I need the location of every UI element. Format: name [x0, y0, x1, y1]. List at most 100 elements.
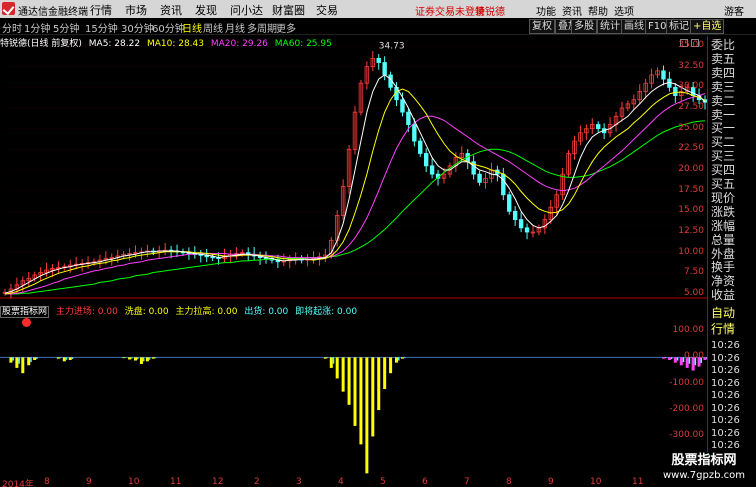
candle-body [376, 57, 381, 63]
indicator-bar [68, 357, 72, 360]
candle-body [501, 173, 506, 196]
indicator-bar-alt [142, 357, 145, 362]
menu-news[interactable]: 资讯 [160, 2, 182, 18]
price-tick-label: 12.50 [678, 226, 704, 236]
price-tick-label: 20.00 [678, 164, 704, 174]
menu-function[interactable]: 功能 [536, 3, 556, 18]
add-watchlist-button[interactable]: +自选 [690, 19, 725, 34]
indicator-bar [329, 357, 333, 368]
indicator-bar [62, 357, 66, 362]
menu-ask[interactable]: 问小达 [230, 2, 263, 18]
side-field-label: 买一 [711, 121, 736, 136]
indicator-bar-alt [403, 357, 406, 359]
price-tick-label: 15.00 [678, 205, 704, 216]
ind-exit: 出货: 0.00 [244, 307, 289, 317]
menu-trade[interactable]: 交易 [316, 2, 338, 18]
stats-button[interactable]: 统计 [597, 19, 623, 34]
period-monthly[interactable]: 月线 [225, 20, 245, 35]
indicator-bar-alt [148, 357, 151, 360]
date-tick-label: 6 [422, 477, 428, 487]
menu-market[interactable]: 市场 [125, 2, 147, 18]
menu-guest[interactable]: 游客 [724, 3, 744, 18]
candle-body [400, 99, 405, 113]
indicator-bar [139, 357, 143, 364]
indicator-legend: 股票指标网 主力进场: 0.00 洗盘: 0.00 主力拉高: 0.00 出货:… [0, 304, 361, 318]
app-logo-icon [2, 2, 15, 15]
price-tick-label: 32.50 [678, 60, 704, 71]
price-tick-label: 22.50 [678, 143, 704, 154]
menu-info[interactable]: 资讯 [562, 3, 582, 18]
adjust-button[interactable]: 复权 [529, 19, 555, 34]
period-multi[interactable]: 多周期 [247, 20, 277, 35]
side-quote-label[interactable]: 行情 [711, 322, 735, 336]
indicator-bar-alt [326, 357, 329, 359]
candle-body [524, 227, 530, 233]
menu-quotes[interactable]: 行情 [90, 2, 112, 18]
period-5min[interactable]: 5分钟 [53, 20, 79, 35]
legend-stock: 特锐德(日线 前复权) [0, 39, 82, 49]
tick-time: 10:26 [711, 415, 740, 426]
indicator-tick-label: 0.00 [683, 351, 704, 362]
indicator-bar [128, 357, 132, 360]
candle-body [412, 124, 417, 142]
menu-wealth[interactable]: 财富圈 [272, 2, 305, 18]
indicator-bar [27, 357, 31, 366]
indicator-name[interactable]: 股票指标网 [0, 306, 50, 318]
indicator-bar [359, 357, 363, 445]
indicator-bar [353, 357, 357, 426]
candle-body [406, 111, 411, 125]
indicator-bar-alt [664, 357, 667, 359]
indicator-bar [335, 357, 339, 379]
ind-wash: 洗盘: 0.00 [124, 307, 169, 317]
indicator-tick-label: 100.00 [672, 325, 705, 335]
current-stock: 特锐德 [475, 7, 505, 18]
indicator-bar-alt [18, 357, 20, 364]
tick-time: 10:26 [711, 402, 740, 414]
tick-time: 10:26 [711, 390, 740, 401]
price-tick-label: 10.00 [678, 246, 704, 257]
side-field-label: 总量 [711, 232, 736, 247]
indicator-bar-alt [137, 357, 139, 360]
side-auto-label[interactable]: 自动 [711, 306, 735, 320]
period-60min[interactable]: 60分钟 [152, 20, 185, 35]
side-field-label: 卖二 [711, 93, 736, 108]
date-tick-label: 11 [170, 477, 182, 487]
indicator-bar [151, 357, 155, 359]
period-1min[interactable]: 1分钟 [24, 20, 50, 35]
date-tick-label: 12 [212, 477, 224, 487]
side-field-label: 委比 [711, 38, 736, 52]
menu-help[interactable]: 帮助 [588, 3, 608, 18]
period-toolbar: 分时 1分钟 5分钟 15分钟 30分钟 60分钟 日线 周线 月线 多周期 更… [0, 18, 756, 35]
price-tick-label: 27.50 [678, 102, 704, 112]
date-tick-label: 8 [44, 477, 50, 487]
candle-body [507, 194, 512, 212]
chart-area[interactable]: 34.73 [0, 36, 707, 476]
indicator-bar [341, 357, 345, 392]
indicator-tick-label: -100.00 [669, 377, 704, 388]
menu-options[interactable]: 选项 [614, 3, 634, 18]
price-tick-label: 25.00 [678, 122, 704, 133]
candle-body [518, 219, 524, 229]
mark-button[interactable]: 标记 [666, 19, 692, 34]
price-tick-label: 30.00 [678, 81, 704, 92]
period-weekly[interactable]: 周线 [203, 20, 223, 35]
tick-time: 10:26 [711, 340, 740, 351]
multi-stock-button[interactable]: 多股 [571, 19, 597, 34]
side-field-label: 卖四 [711, 65, 736, 80]
legend-ma20: MA20: 29.26 [210, 39, 268, 49]
candle-body [382, 62, 387, 76]
indicator-bar [347, 357, 351, 405]
indicator-bar [400, 357, 404, 359]
period-daily[interactable]: 日线 [182, 20, 202, 35]
period-more[interactable]: 更多 [276, 20, 296, 35]
period-intraday[interactable]: 分时 [2, 20, 22, 35]
indicator-bar [134, 357, 138, 361]
period-15min[interactable]: 15分钟 [85, 20, 118, 35]
date-tick-label: 7 [464, 477, 470, 487]
indicator-bar-alt [12, 357, 14, 361]
draw-button[interactable]: 画线 [621, 19, 647, 34]
period-30min[interactable]: 30分钟 [121, 20, 154, 35]
menu-discover[interactable]: 发现 [195, 2, 217, 18]
indicator-bar [395, 357, 399, 363]
indicator-bar [122, 357, 126, 359]
